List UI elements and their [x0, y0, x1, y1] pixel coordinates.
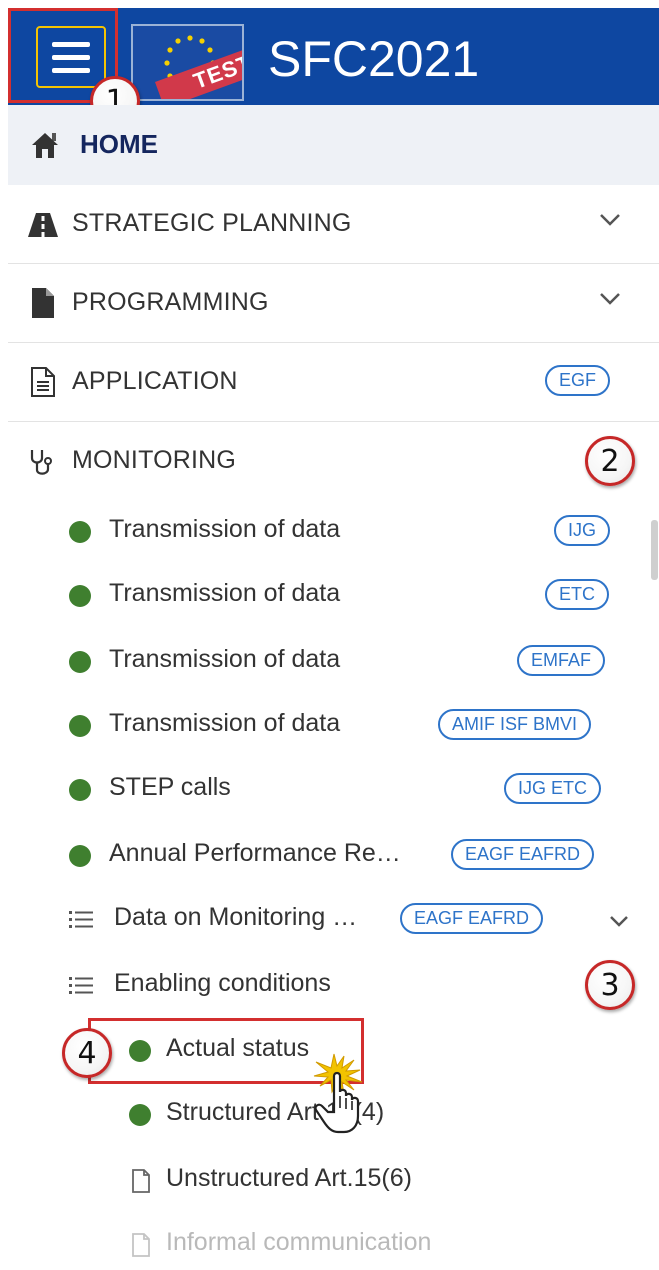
item-label: STEP calls	[109, 773, 231, 801]
monitoring-item-data-on-monitoring[interactable]: Data on Monitoring … EAGF EAFRD	[8, 887, 659, 951]
badge-emfaf: EMFAF	[517, 645, 606, 676]
menu-item-programming[interactable]: PROGRAMMING	[8, 264, 659, 343]
home-icon	[32, 133, 58, 158]
monitoring-item-transmission-emfaf[interactable]: Transmission of data EMFAF	[8, 629, 659, 693]
item-label: Transmission of data	[109, 709, 341, 737]
document-icon	[31, 367, 55, 397]
menu-item-strategic-planning[interactable]: STRATEGIC PLANNING	[8, 185, 659, 264]
document-outline-icon	[132, 1233, 150, 1257]
badge-eagf-eafrd: EAGF EAFRD	[451, 839, 595, 870]
enabling-item-unstructured[interactable]: Unstructured Art.15(6)	[8, 1148, 659, 1212]
badge-etc: ETC	[545, 579, 609, 610]
menu-label-strategic-planning: STRATEGIC PLANNING	[72, 209, 352, 237]
badge-ijg: IJG	[554, 515, 611, 546]
callout-3: 3	[585, 960, 635, 1010]
eu-test-logo: TEST	[131, 24, 244, 101]
document-outline-icon	[132, 1169, 150, 1193]
badge-egf: EGF	[545, 365, 611, 396]
item-label: Transmission of data	[109, 579, 341, 607]
status-dot-icon	[69, 585, 91, 607]
hand-cursor-icon	[313, 1053, 363, 1134]
item-label: Transmission of data	[109, 645, 341, 673]
item-label: Transmission of data	[109, 515, 341, 543]
list-icon	[69, 911, 93, 928]
menu-item-application[interactable]: APPLICATION EGF	[8, 343, 659, 422]
status-dot-icon	[69, 715, 91, 737]
menu-item-monitoring[interactable]: MONITORING	[8, 422, 659, 501]
home-label: HOME	[80, 129, 158, 159]
item-label: Unstructured Art.15(6)	[166, 1164, 412, 1192]
menu-label-application: APPLICATION	[72, 367, 238, 395]
item-label: Enabling conditions	[114, 969, 331, 997]
home-menu-item[interactable]: HOME	[8, 105, 659, 185]
badge-eagf-eafrd: EAGF EAFRD	[400, 903, 544, 934]
callout-4: 4	[62, 1028, 112, 1078]
menu-label-programming: PROGRAMMING	[72, 288, 269, 316]
monitoring-item-transmission-etc[interactable]: Transmission of data ETC	[8, 563, 659, 627]
item-label: Annual Performance Re…	[109, 839, 401, 867]
badge-ijg-etc: IJG ETC	[504, 773, 602, 804]
chevron-down-icon[interactable]	[599, 213, 621, 227]
chevron-down-icon[interactable]	[609, 915, 629, 927]
stethoscope-icon	[30, 450, 52, 475]
item-label: Data on Monitoring …	[114, 903, 358, 931]
file-icon	[32, 288, 54, 318]
monitoring-item-transmission-ijg[interactable]: Transmission of data IJG	[8, 499, 659, 563]
callout-2: 2	[585, 436, 635, 486]
monitoring-item-transmission-amif[interactable]: Transmission of data AMIF ISF BMVI	[8, 693, 659, 757]
status-dot-icon	[69, 521, 91, 543]
monitoring-item-annual-performance[interactable]: Annual Performance Re… EAGF EAFRD	[8, 823, 659, 887]
scrollbar[interactable]	[651, 520, 658, 580]
status-dot-icon	[69, 651, 91, 673]
menu-label-monitoring: MONITORING	[72, 446, 237, 474]
chevron-down-icon[interactable]	[599, 292, 621, 306]
badge-amif-isf-bmvi: AMIF ISF BMVI	[438, 709, 592, 740]
monitoring-item-step-calls[interactable]: STEP calls IJG ETC	[8, 757, 659, 821]
road-icon	[28, 213, 58, 237]
item-label: Informal communication	[166, 1228, 432, 1256]
status-dot-icon	[129, 1104, 151, 1126]
app-title: SFC2021	[268, 31, 480, 87]
list-icon	[69, 977, 93, 994]
monitoring-item-enabling-conditions[interactable]: Enabling conditions	[8, 953, 659, 1017]
status-dot-icon	[69, 779, 91, 801]
enabling-item-informal-communication: Informal communication	[8, 1212, 659, 1270]
status-dot-icon	[69, 845, 91, 867]
